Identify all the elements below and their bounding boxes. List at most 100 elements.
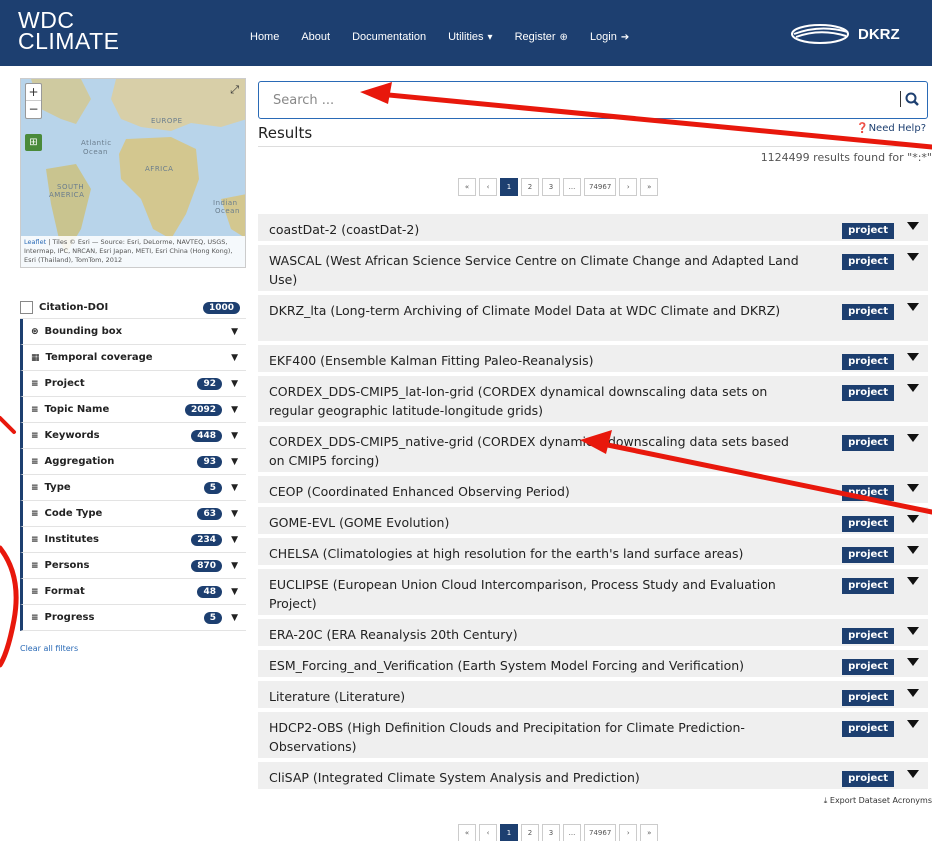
result-title[interactable]: GOME-EVL (GOME Evolution)	[269, 515, 449, 530]
result-title[interactable]: ERA-20C (ERA Reanalysis 20th Century)	[269, 627, 518, 642]
result-row[interactable]: CORDEX_DDS-CMIP5_lat-lon-grid (CORDEX dy…	[258, 376, 928, 422]
caret-down-icon[interactable]: ▼	[231, 613, 238, 623]
result-row[interactable]: CHELSA (Climatologies at high resolution…	[258, 538, 928, 565]
page-button[interactable]: ›	[619, 824, 638, 841]
caret-down-icon[interactable]: ▼	[231, 405, 238, 415]
facet-persons[interactable]: ≡ Persons 870 ▼	[20, 553, 246, 579]
result-row[interactable]: EUCLIPSE (European Union Cloud Intercomp…	[258, 569, 928, 615]
result-title[interactable]: EKF400 (Ensemble Kalman Fitting Paleo-Re…	[269, 353, 593, 368]
page-button[interactable]: ‹	[479, 178, 497, 196]
facet-keywords[interactable]: ≡ Keywords 448 ▼	[20, 423, 246, 449]
map-expand-icon[interactable]: ⤢	[230, 83, 239, 97]
page-button[interactable]: »	[640, 178, 659, 196]
page-button[interactable]: 74967	[584, 824, 617, 841]
page-button[interactable]: 1	[500, 178, 518, 196]
page-button[interactable]: ...	[563, 178, 581, 196]
nav-item-login[interactable]: Login ➔	[590, 31, 629, 43]
result-row[interactable]: EKF400 (Ensemble Kalman Fitting Paleo-Re…	[258, 345, 928, 372]
result-row[interactable]: ESM_Forcing_and_Verification (Earth Syst…	[258, 650, 928, 677]
search-button[interactable]	[900, 91, 919, 107]
page-button[interactable]: ›	[619, 178, 638, 196]
result-row[interactable]: ERA-20C (ERA Reanalysis 20th Century) pro…	[258, 619, 928, 646]
result-title[interactable]: HDCP2-OBS (High Definition Clouds and Pr…	[269, 720, 745, 754]
facet-aggregation[interactable]: ≡ Aggregation 93 ▼	[20, 449, 246, 475]
facet-temporal-coverage[interactable]: ▦ Temporal coverage ▼	[20, 345, 246, 371]
result-title[interactable]: Literature (Literature)	[269, 689, 405, 704]
facet-type[interactable]: ≡ Type 5 ▼	[20, 475, 246, 501]
dropdown-caret-icon[interactable]	[907, 253, 919, 261]
caret-down-icon[interactable]: ▼	[231, 327, 238, 337]
dropdown-caret-icon[interactable]	[907, 303, 919, 311]
caret-down-icon[interactable]: ▼	[231, 353, 238, 363]
caret-down-icon[interactable]: ▼	[231, 457, 238, 467]
page-button[interactable]: »	[640, 824, 659, 841]
dropdown-caret-icon[interactable]	[907, 515, 919, 523]
dropdown-caret-icon[interactable]	[907, 353, 919, 361]
caret-down-icon[interactable]: ▼	[231, 509, 238, 519]
dropdown-caret-icon[interactable]	[907, 384, 919, 392]
map-extent-button[interactable]: ⊞	[25, 134, 42, 151]
facet-project[interactable]: ≡ Project 92 ▼	[20, 371, 246, 397]
nav-item-home[interactable]: Home	[250, 31, 279, 43]
dropdown-caret-icon[interactable]	[907, 484, 919, 492]
leaflet-link[interactable]: Leaflet	[24, 238, 46, 246]
facet-progress[interactable]: ≡ Progress 5 ▼	[20, 605, 246, 631]
export-dataset-acronyms-link[interactable]: ⤓ Export Dataset Acronyms	[824, 796, 932, 806]
facet-topic-name[interactable]: ≡ Topic Name 2092 ▼	[20, 397, 246, 423]
page-button[interactable]: ...	[563, 824, 581, 841]
facet-citation-doi[interactable]: Citation-DOI 1000	[20, 297, 246, 319]
page-button[interactable]: «	[458, 178, 476, 196]
result-title[interactable]: EUCLIPSE (European Union Cloud Intercomp…	[269, 577, 776, 611]
dropdown-caret-icon[interactable]	[907, 658, 919, 666]
result-title[interactable]: ESM_Forcing_and_Verification (Earth Syst…	[269, 658, 744, 673]
search-input[interactable]	[273, 91, 873, 109]
wdc-climate-logo[interactable]: WDC CLIMATE	[18, 9, 119, 53]
need-help-link[interactable]: ❓Need Help?	[856, 123, 926, 134]
dropdown-caret-icon[interactable]	[907, 222, 919, 230]
result-title[interactable]: WASCAL (West African Science Service Cen…	[269, 253, 799, 287]
caret-down-icon[interactable]: ▼	[231, 379, 238, 389]
result-row[interactable]: CliSAP (Integrated Climate System Analys…	[258, 762, 928, 789]
nav-item-documentation[interactable]: Documentation	[352, 31, 426, 43]
dropdown-caret-icon[interactable]	[907, 546, 919, 554]
result-title[interactable]: DKRZ_lta (Long-term Archiving of Climate…	[269, 303, 780, 318]
dkrz-logo[interactable]: DKRZ	[790, 22, 900, 46]
nav-item-utilities[interactable]: Utilities ▾	[448, 31, 492, 43]
facet-bounding-box[interactable]: ⊛ Bounding box ▼	[20, 319, 246, 345]
facet-format[interactable]: ≡ Format 48 ▼	[20, 579, 246, 605]
zoom-out-button[interactable]: −	[26, 101, 41, 118]
page-button[interactable]: 74967	[584, 178, 617, 196]
facet-institutes[interactable]: ≡ Institutes 234 ▼	[20, 527, 246, 553]
result-row[interactable]: Literature (Literature) project	[258, 681, 928, 708]
result-title[interactable]: CEOP (Coordinated Enhanced Observing Per…	[269, 484, 570, 499]
dropdown-caret-icon[interactable]	[907, 627, 919, 635]
dropdown-caret-icon[interactable]	[907, 689, 919, 697]
page-button[interactable]: 3	[542, 178, 560, 196]
page-button[interactable]: 3	[542, 824, 560, 841]
nav-item-about[interactable]: About	[301, 31, 330, 43]
dropdown-caret-icon[interactable]	[907, 577, 919, 585]
result-title[interactable]: coastDat-2 (coastDat-2)	[269, 222, 419, 237]
result-title[interactable]: CORDEX_DDS-CMIP5_native-grid (CORDEX dyn…	[269, 434, 789, 468]
result-row[interactable]: WASCAL (West African Science Service Cen…	[258, 245, 928, 291]
result-title[interactable]: CHELSA (Climatologies at high resolution…	[269, 546, 743, 561]
page-button[interactable]: 2	[521, 178, 539, 196]
result-row[interactable]: GOME-EVL (GOME Evolution) project	[258, 507, 928, 534]
map-widget[interactable]: EUROPE Atlantic Ocean AFRICA SOUTH AMERI…	[20, 78, 246, 268]
facet-code-type[interactable]: ≡ Code Type 63 ▼	[20, 501, 246, 527]
caret-down-icon[interactable]: ▼	[231, 561, 238, 571]
page-button[interactable]: «	[458, 824, 476, 841]
page-button[interactable]: 2	[521, 824, 539, 841]
caret-down-icon[interactable]: ▼	[231, 587, 238, 597]
page-button[interactable]: 1	[500, 824, 518, 841]
result-title[interactable]: CliSAP (Integrated Climate System Analys…	[269, 770, 640, 785]
caret-down-icon[interactable]: ▼	[231, 431, 238, 441]
result-row[interactable]: HDCP2-OBS (High Definition Clouds and Pr…	[258, 712, 928, 758]
dropdown-caret-icon[interactable]	[907, 720, 919, 728]
dropdown-caret-icon[interactable]	[907, 434, 919, 442]
page-button[interactable]: ‹	[479, 824, 497, 841]
result-row[interactable]: CEOP (Coordinated Enhanced Observing Per…	[258, 476, 928, 503]
caret-down-icon[interactable]: ▼	[231, 535, 238, 545]
result-row[interactable]: coastDat-2 (coastDat-2) project	[258, 214, 928, 241]
clear-all-filters-link[interactable]: Clear all filters	[20, 644, 78, 653]
